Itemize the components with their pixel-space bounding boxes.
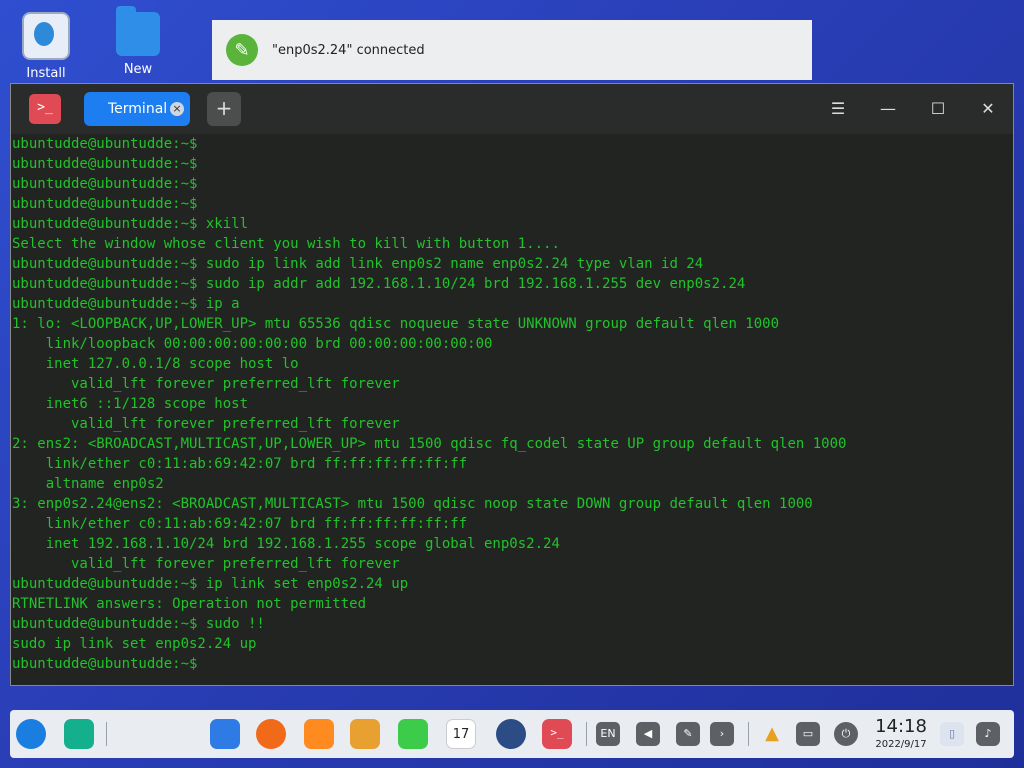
terminal-line: RTNETLINK answers: Operation not permitt… [12, 596, 367, 612]
terminal-line: inet 127.0.0.1/8 scope host lo [12, 356, 299, 372]
terminal-line: ubuntudde@ubuntudde:~$ [12, 156, 198, 172]
multitask-view-icon[interactable] [64, 719, 94, 749]
network-notification[interactable]: ✎ "enp0s2.24" connected [212, 20, 812, 80]
terminal-line: sudo ip link set enp0s2.24 up [12, 636, 257, 652]
maximize-button[interactable]: ☐ [927, 98, 949, 120]
power-icon[interactable]: ⏻ [834, 722, 858, 746]
chevron-right-icon[interactable]: › [710, 722, 734, 746]
desktop-icon-new-folder[interactable]: New [106, 6, 170, 77]
taskbar-divider [586, 722, 587, 746]
terminal-line: ubuntudde@ubuntudde:~$ [12, 656, 198, 672]
tab-close-icon[interactable]: × [170, 102, 184, 116]
terminal-line: valid_lft forever preferred_lft forever [12, 416, 400, 432]
menu-button[interactable]: ☰ [827, 98, 849, 120]
terminal-line: valid_lft forever preferred_lft forever [12, 556, 400, 572]
shopping-bag-icon[interactable] [304, 719, 334, 749]
terminal-line: link/ether c0:11:ab:69:42:07 brd ff:ff:f… [12, 456, 468, 472]
terminal-line: ubuntudde@ubuntudde:~$ sudo ip addr add … [12, 276, 746, 292]
titlebar[interactable]: >_ Terminal × + ☰ — ☐ ✕ [11, 84, 1013, 134]
taskbar-divider [106, 722, 107, 746]
volume-icon[interactable]: ◀ [636, 722, 660, 746]
terminal-line: ubuntudde@ubuntudde:~$ [12, 176, 198, 192]
tab-terminal[interactable]: Terminal × [84, 92, 190, 126]
terminal-output[interactable]: ubuntudde@ubuntudde:~$ ubuntudde@ubuntudd… [12, 134, 1013, 685]
terminal-line: 2: ens2: <BROADCAST,MULTICAST,UP,LOWER_U… [12, 436, 847, 452]
close-button[interactable]: ✕ [977, 98, 999, 120]
terminal-line: ubuntudde@ubuntudde:~$ ip link set enp0s… [12, 576, 409, 592]
clock-date: 2022/9/17 [875, 739, 927, 750]
clock[interactable]: 14:18 2022/9/17 [872, 716, 930, 752]
new-tab-button[interactable]: + [207, 92, 241, 126]
terminal-line: ubuntudde@ubuntudde:~$ sudo ip link add … [12, 256, 704, 272]
terminal-line: altname enp0s2 [12, 476, 164, 492]
clock-time: 14:18 [875, 716, 927, 737]
music-icon[interactable] [398, 719, 428, 749]
terminal-line: ubuntudde@ubuntudde:~$ xkill [12, 216, 249, 232]
terminal-line: Select the window whose client you wish … [12, 236, 560, 252]
minimize-button[interactable]: — [877, 98, 899, 120]
warning-icon[interactable]: ▲ [760, 722, 784, 746]
notification-bell-icon[interactable]: ♪ [976, 722, 1000, 746]
terminal-line: valid_lft forever preferred_lft forever [12, 376, 400, 392]
terminal-window: >_ Terminal × + ☰ — ☐ ✕ ubuntudde@ubuntu… [10, 83, 1014, 686]
app-store-icon[interactable] [210, 719, 240, 749]
calendar-icon[interactable]: 17 [446, 719, 476, 749]
tab-label: Terminal [108, 101, 168, 117]
terminal-app-icon: >_ [29, 94, 61, 124]
image-viewer-icon[interactable] [350, 719, 380, 749]
firefox-icon[interactable] [256, 719, 286, 749]
terminal-line: ubuntudde@ubuntudde:~$ [12, 136, 198, 152]
display-icon[interactable]: ▭ [796, 722, 820, 746]
network-connected-icon: ✎ [226, 34, 258, 66]
terminal-line: ubuntudde@ubuntudde:~$ sudo !! [12, 616, 265, 632]
desktop-icon-label: New [123, 62, 153, 77]
notification-text: "enp0s2.24" connected [272, 42, 425, 58]
settings-icon[interactable] [496, 719, 526, 749]
terminal-line: ubuntudde@ubuntudde:~$ ip a [12, 296, 240, 312]
taskbar-divider [748, 722, 749, 746]
taskbar: 17 >_ EN ◀ ✎ › ▲ ▭ ⏻ 14:18 2022/9/17 ▯ ♪ [10, 710, 1014, 758]
terminal-line: inet6 ::1/128 scope host [12, 396, 249, 412]
terminal-line: inet 192.168.1.10/24 brd 192.168.1.255 s… [12, 536, 560, 552]
installer-icon [22, 12, 70, 60]
terminal-line: link/ether c0:11:ab:69:42:07 brd ff:ff:f… [12, 516, 468, 532]
network-icon[interactable]: ✎ [676, 722, 700, 746]
terminal-icon[interactable]: >_ [542, 719, 572, 749]
terminal-line: 1: lo: <LOOPBACK,UP,LOWER_UP> mtu 65536 … [12, 316, 780, 332]
desktop-icon-install[interactable]: Install [14, 12, 78, 81]
desktop-icon-label: Install [26, 66, 66, 81]
keyboard-layout-icon[interactable]: EN [596, 722, 620, 746]
folder-icon [116, 6, 160, 56]
terminal-line: ubuntudde@ubuntudde:~$ [12, 196, 198, 212]
launcher-icon[interactable] [16, 719, 46, 749]
trash-icon[interactable]: ▯ [940, 722, 964, 746]
terminal-line: 3: enp0s2.24@ens2: <BROADCAST,MULTICAST>… [12, 496, 813, 512]
terminal-line: link/loopback 00:00:00:00:00:00 brd 00:0… [12, 336, 493, 352]
